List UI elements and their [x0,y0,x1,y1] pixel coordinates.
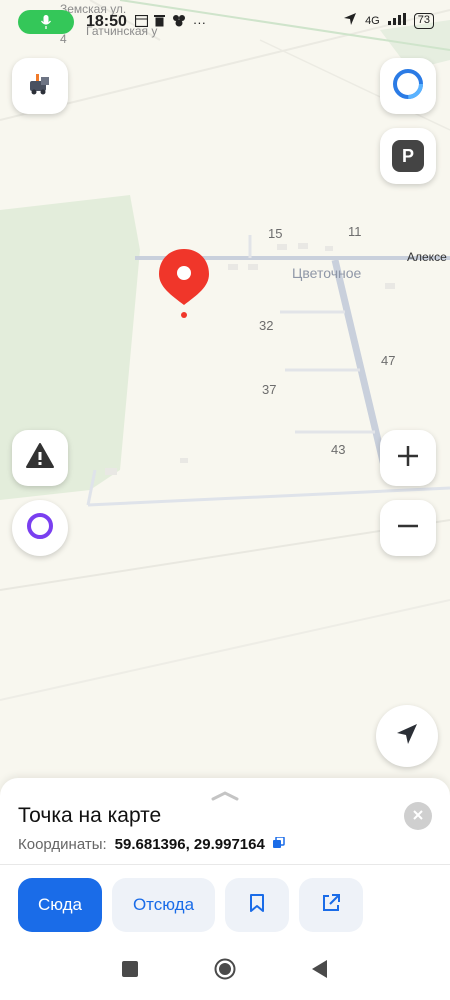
more-icon: ··· [192,14,206,30]
signal-icon [387,13,406,28]
layers-button[interactable] [12,58,68,114]
route-here-button[interactable]: Сюда [18,878,102,932]
map-canvas[interactable] [0,0,450,790]
card-title: Точка на карте [18,804,162,827]
trash-icon [153,14,165,30]
parking-icon: P [392,140,424,172]
road [331,259,389,471]
calendar-icon [134,14,149,30]
copy-icon[interactable] [272,836,285,853]
zoom-in-button[interactable] [380,430,436,486]
status-time: 18:50 [86,13,127,30]
location-arrow-icon [395,722,419,751]
services-ring-icon [391,67,425,106]
report-incident-button[interactable] [12,430,68,486]
microphone-icon [18,10,74,34]
location-pin-icon[interactable] [157,247,211,319]
close-button[interactable] [404,802,432,830]
alice-assistant-button[interactable] [12,500,68,556]
parking-button[interactable]: P [380,128,436,184]
plus-icon [397,445,419,472]
house-number-label: 15 [268,226,283,241]
back-icon[interactable] [312,959,328,983]
bookmark-button[interactable] [225,878,289,932]
bookmark-icon [249,893,265,918]
house-number-label: 32 [259,318,274,333]
system-navigation-bar [0,942,450,1000]
close-icon [413,807,423,825]
road-label: Алексе [407,250,447,264]
roadworks-icon [27,71,53,102]
house-number-label: 43 [331,442,346,457]
plus-services-button[interactable] [380,58,436,114]
coordinates-label: Координаты: [18,836,107,853]
route-from-button[interactable]: Отсюда [112,878,215,932]
place-label: Цветочное [292,265,362,281]
alice-icon [25,511,55,546]
people-icon [171,14,187,30]
coordinates-value[interactable]: 59.681396, 29.997164 [115,836,265,853]
share-button[interactable] [299,878,363,932]
house-number-label: 11 [348,224,362,239]
house-number-label: 37 [262,382,277,397]
divider [0,864,450,865]
battery-indicator: 73 [413,12,434,29]
drag-handle-icon[interactable] [211,788,239,801]
map-view[interactable]: Земская ул. Гатчинская у 4 15 11 Алексе … [0,0,450,790]
zoom-out-button[interactable] [380,500,436,556]
network-type: 4G [365,14,380,27]
house-number-label: 47 [381,353,396,368]
coordinates-row: Координаты: 59.681396, 29.997164 [18,836,285,853]
action-bar: Сюда Отсюда [18,878,363,932]
share-icon [321,893,341,918]
home-icon[interactable] [214,958,236,985]
minus-icon [397,515,419,542]
my-location-button[interactable] [376,705,438,767]
status-bar: 18:50 ··· 4G 73 [0,0,450,44]
warning-icon [25,441,55,476]
navigation-arrow-icon [343,12,357,29]
recent-apps-icon[interactable] [122,960,138,982]
